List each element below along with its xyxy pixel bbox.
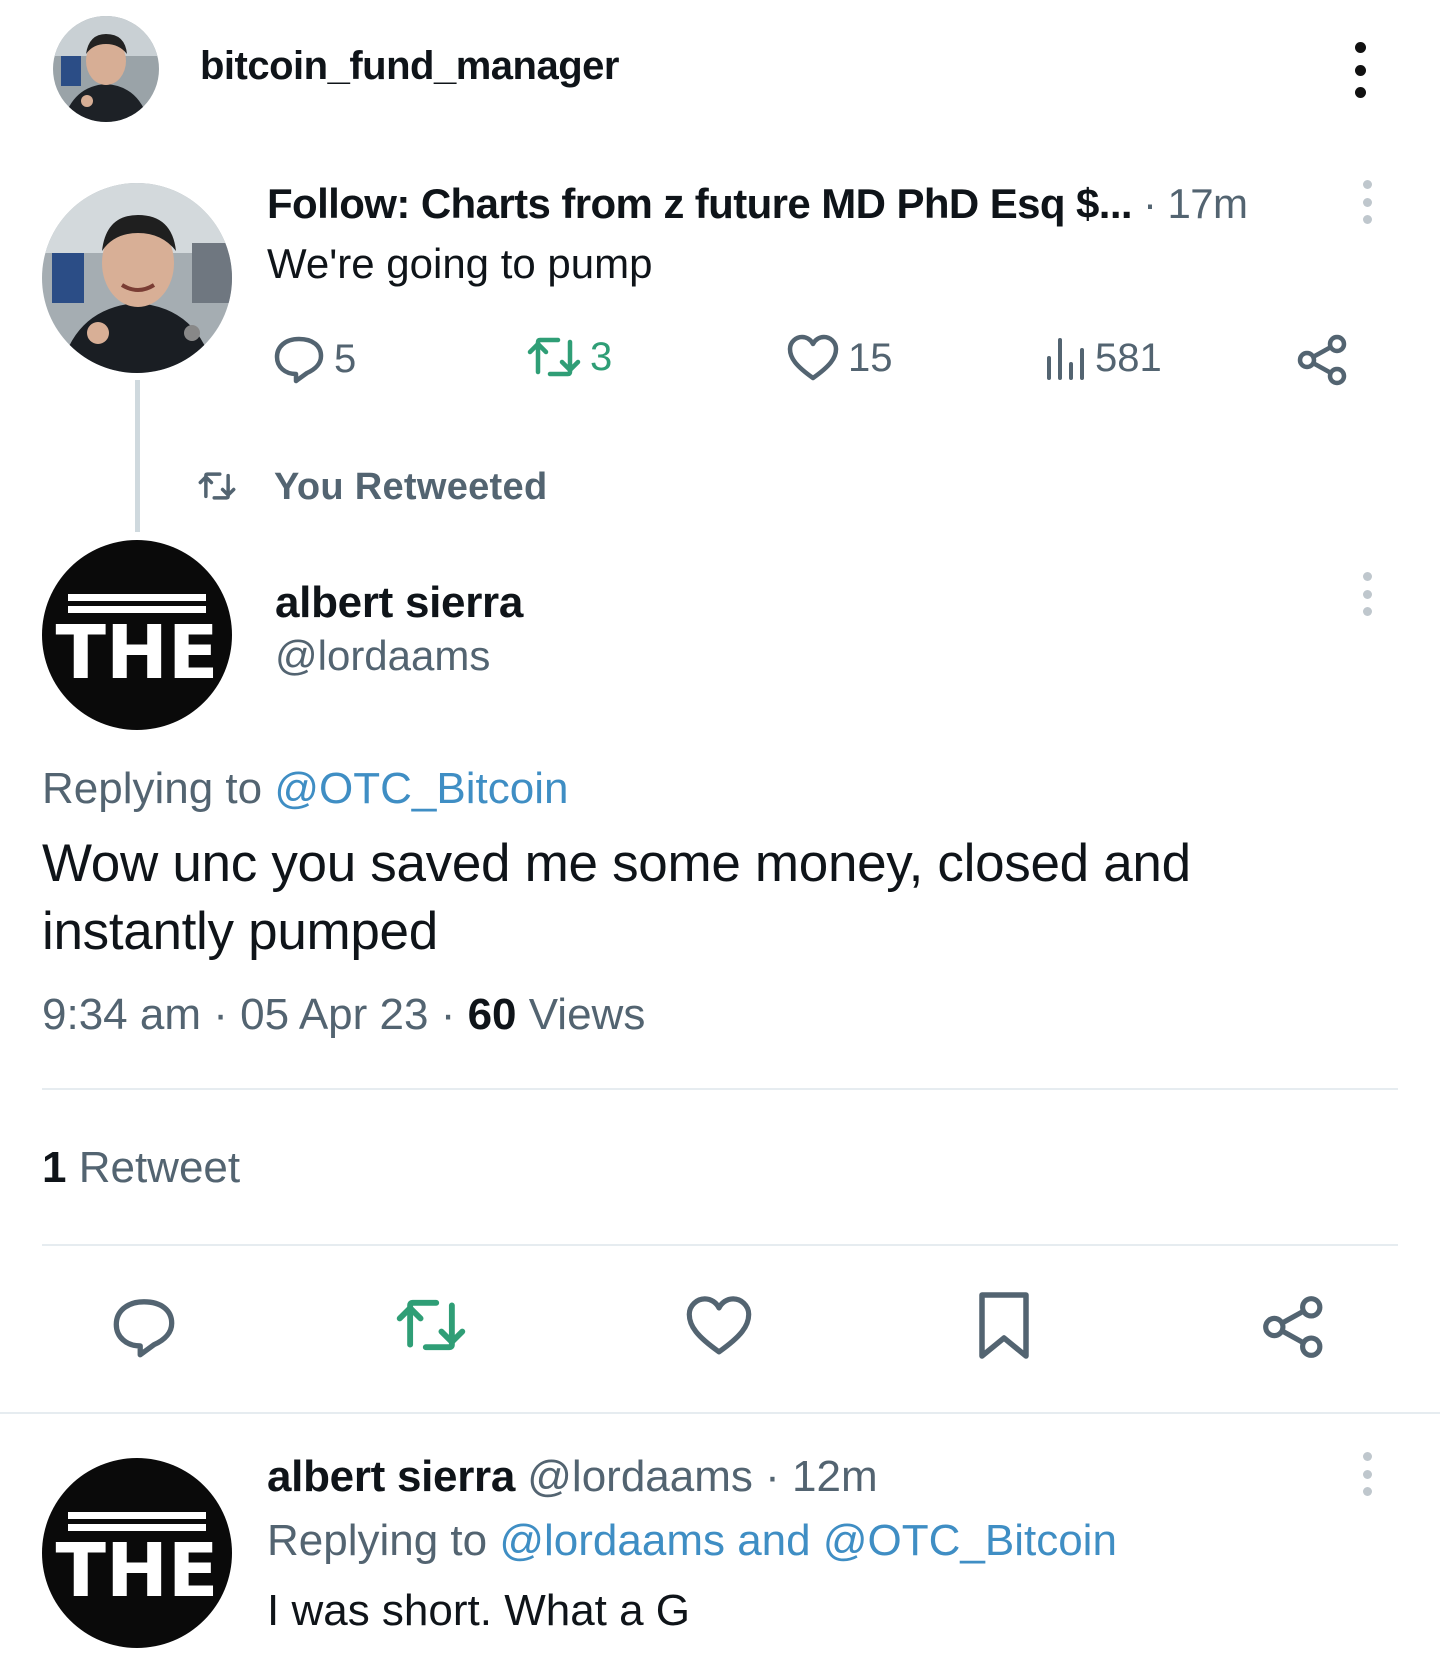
- divider: [42, 1244, 1398, 1246]
- parent-tweet-time: 17m: [1167, 180, 1249, 227]
- parent-retweet-button[interactable]: 3: [526, 334, 612, 380]
- reply-tweet-header: albert sierra @lordaams · 12m: [267, 1452, 878, 1502]
- views-count: 60: [467, 990, 517, 1039]
- avatar-the-text: THE: [56, 610, 219, 696]
- views-bar-chart-icon: [1047, 338, 1084, 380]
- reply-icon: [113, 1299, 175, 1358]
- main-like-button[interactable]: [684, 1295, 754, 1362]
- main-replying-to: Replying to @OTC_Bitcoin: [42, 764, 568, 814]
- tweet-time: 9:34 am: [42, 990, 201, 1039]
- retweet-count-link[interactable]: 1 Retweet: [42, 1143, 240, 1193]
- reply-icon: [274, 336, 324, 384]
- parent-author-avatar[interactable]: [42, 183, 232, 373]
- you-retweeted-label: You Retweeted: [274, 466, 548, 508]
- parent-tweet-header: Follow: Charts from z future MD PhD Esq …: [267, 180, 1249, 228]
- parent-tweet-text: We're going to pump: [267, 240, 653, 287]
- reply-tweet-time: 12m: [792, 1452, 878, 1501]
- retweet-count: 1: [42, 1143, 67, 1192]
- meta-dot: ·: [428, 990, 468, 1039]
- header-separator: ·: [1131, 180, 1168, 227]
- heart-icon: [787, 334, 839, 381]
- retweet-icon: [396, 1299, 466, 1351]
- main-more-icon[interactable]: [1362, 572, 1372, 616]
- parent-like-count: 15: [848, 335, 893, 380]
- share-icon: [1297, 334, 1347, 386]
- main-tweet-meta: 9:34 am · 05 Apr 23 · 60 Views: [42, 990, 645, 1040]
- replying-to-links[interactable]: @lordaams and @OTC_Bitcoin: [499, 1516, 1117, 1565]
- parent-share-button[interactable]: [1297, 334, 1357, 386]
- replying-prefix: Replying to: [42, 764, 275, 813]
- retweet-context-icon: [196, 470, 238, 507]
- heart-icon: [686, 1296, 752, 1355]
- share-icon: [1263, 1296, 1323, 1358]
- reply-more-icon[interactable]: [1362, 1452, 1372, 1496]
- parent-like-button[interactable]: 15: [786, 334, 893, 382]
- views-label: Views: [516, 990, 646, 1039]
- parent-retweet-count: 3: [590, 334, 613, 379]
- retweet-icon: [527, 337, 581, 377]
- main-author-avatar[interactable]: THE: [42, 540, 232, 730]
- header-separator: ·: [752, 1452, 792, 1501]
- parent-reply-button[interactable]: 5: [272, 334, 356, 384]
- parent-more-icon[interactable]: [1362, 180, 1372, 224]
- parent-views-count: 581: [1095, 335, 1162, 380]
- tweet-date: 05 Apr 23: [240, 990, 429, 1039]
- main-retweet-button[interactable]: [394, 1295, 468, 1360]
- reply-tweet-text: I was short. What a G: [267, 1586, 691, 1635]
- divider: [42, 1088, 1398, 1090]
- reply-author-name[interactable]: albert sierra: [267, 1452, 515, 1501]
- profile-username[interactable]: bitcoin_fund_manager: [200, 44, 619, 89]
- avatar-the-text: THE: [56, 1528, 219, 1614]
- retweet-count-label: Retweet: [66, 1143, 241, 1192]
- main-bookmark-button[interactable]: [975, 1290, 1033, 1367]
- replying-to-link[interactable]: @OTC_Bitcoin: [274, 764, 568, 813]
- main-share-button[interactable]: [1262, 1295, 1326, 1364]
- main-tweet-text: Wow unc you saved me some money, closed …: [42, 834, 1191, 961]
- main-reply-button[interactable]: [110, 1295, 178, 1364]
- parent-views-button[interactable]: 581: [1043, 334, 1162, 382]
- section-divider: [0, 1412, 1440, 1414]
- parent-author-name[interactable]: Follow: Charts from z future MD PhD Esq …: [267, 180, 1133, 227]
- main-author-name[interactable]: albert sierra: [275, 578, 523, 628]
- replying-prefix: Replying to: [267, 1516, 500, 1565]
- parent-reply-count: 5: [334, 336, 357, 381]
- profile-avatar[interactable]: [53, 16, 159, 122]
- main-author-handle[interactable]: @lordaams: [275, 632, 490, 680]
- meta-dot: ·: [200, 990, 241, 1039]
- thread-connector-line: [135, 380, 140, 532]
- bookmark-icon: [979, 1292, 1029, 1359]
- reply-author-handle[interactable]: @lordaams: [515, 1452, 753, 1501]
- reply-author-avatar[interactable]: THE: [42, 1458, 232, 1648]
- reply-replying-to: Replying to @lordaams and @OTC_Bitcoin: [267, 1516, 1117, 1566]
- vertical-ellipsis-icon[interactable]: [1353, 42, 1367, 98]
